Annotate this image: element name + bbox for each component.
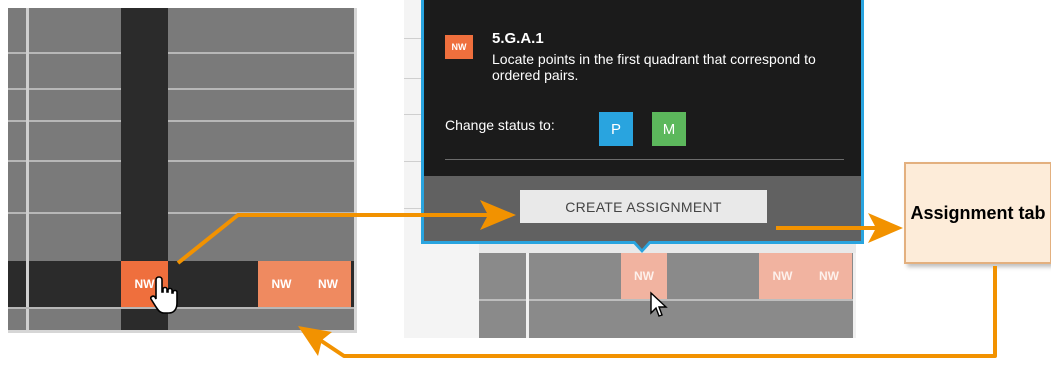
grid-line <box>8 307 357 309</box>
panel-border <box>354 8 357 333</box>
status-m-button[interactable]: M <box>652 112 686 146</box>
grid-column-divider <box>26 8 29 333</box>
create-assignment-button[interactable]: CREATE ASSIGNMENT <box>520 190 767 223</box>
assignment-tab-callout: Assignment tab <box>904 162 1051 264</box>
cell-label: NW <box>634 269 654 283</box>
nw-status-cell[interactable]: NW <box>806 253 852 299</box>
grid-column-divider <box>526 253 529 338</box>
change-status-label: Change status to: <box>445 117 555 133</box>
nw-status-cell[interactable]: NW <box>759 253 806 299</box>
grid-line <box>8 212 357 214</box>
hand-cursor-icon <box>150 276 178 314</box>
status-badge: NW <box>445 35 473 59</box>
grid-line <box>8 120 357 122</box>
grid-line <box>8 160 357 162</box>
status-p-button[interactable]: P <box>599 112 633 146</box>
cell-label: NW <box>318 277 338 291</box>
callout-label: Assignment tab <box>910 203 1046 223</box>
left-grid-panel: NW NW NW <box>8 8 357 333</box>
cell-label: NW <box>271 277 292 291</box>
standard-description: Locate points in the first quadrant that… <box>492 51 816 83</box>
cell-label: NW <box>819 269 839 283</box>
nw-status-cell[interactable]: NW <box>305 261 351 307</box>
panel-border <box>8 330 357 333</box>
arrow-cursor-icon <box>650 291 668 317</box>
grid-column-divider <box>853 253 856 338</box>
popup-content: NW 5.G.A.1 Locate points in the first qu… <box>424 0 861 176</box>
cell-label: NW <box>772 269 793 283</box>
arrowhead <box>868 213 903 243</box>
nw-status-cell[interactable]: NW <box>258 261 305 307</box>
divider <box>445 159 844 160</box>
standard-code: 5.G.A.1 <box>492 30 544 47</box>
grid-line <box>8 52 357 54</box>
standard-status-popup: NW 5.G.A.1 Locate points in the first qu… <box>421 0 864 244</box>
grid-line <box>8 88 357 90</box>
popup-pointer-inner <box>634 240 650 249</box>
